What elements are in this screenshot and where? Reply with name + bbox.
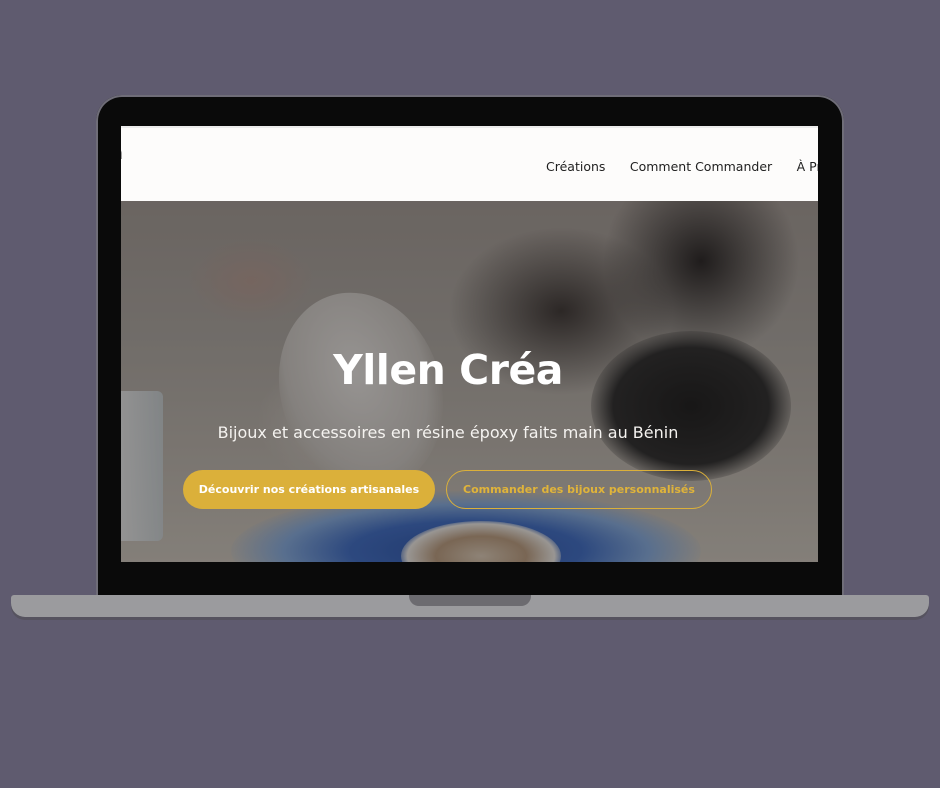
nav-link-creations[interactable]: Créations: [546, 159, 605, 174]
site-logo[interactable]: en ea: [121, 142, 177, 186]
laptop-notch: [409, 595, 531, 606]
logo-line-1: en: [121, 142, 177, 164]
hero-subtitle: Bijoux et accessoires en résine époxy fa…: [217, 423, 679, 442]
nav-links: Créations Comment Commander À Prop: [546, 158, 818, 176]
order-custom-jewelry-button[interactable]: Commander des bijoux personnalisés: [446, 470, 712, 509]
nav-link-comment-commander[interactable]: Comment Commander: [630, 159, 772, 174]
laptop-screen: en ea Créations Comment Commander À Prop…: [121, 126, 818, 562]
nav-link-a-propos[interactable]: À Prop: [797, 159, 818, 174]
discover-creations-button[interactable]: Découvrir nos créations artisanales: [183, 470, 435, 509]
hero-title: Yllen Créa: [333, 346, 563, 394]
site-navbar: en ea Créations Comment Commander À Prop: [121, 126, 818, 201]
hero-section: Yllen Créa Bijoux et accessoires en rési…: [121, 201, 818, 562]
logo-line-2: ea: [121, 164, 177, 186]
